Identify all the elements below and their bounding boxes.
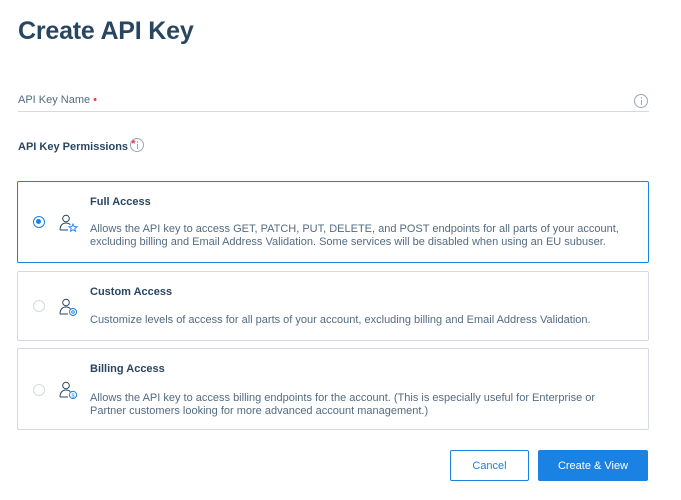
full-access-option[interactable]: Full Access Allows the API key to access… xyxy=(17,181,649,263)
custom-access-description: Customize levels of access for all parts… xyxy=(90,314,591,326)
full-access-title: Full Access xyxy=(90,196,151,208)
full-access-description: Allows the API key to access GET, PATCH,… xyxy=(90,223,619,248)
api-key-name-label: API Key Name • xyxy=(18,94,97,106)
info-icon[interactable] xyxy=(634,94,648,108)
page-title: Create API Key xyxy=(18,17,194,45)
user-dollar-icon: $ xyxy=(59,381,78,399)
user-star-icon xyxy=(59,214,78,233)
svg-text:$: $ xyxy=(71,393,74,399)
full-access-radio[interactable] xyxy=(33,216,45,228)
required-marker: • xyxy=(93,94,97,106)
billing-access-title: Billing Access xyxy=(90,363,165,375)
custom-access-option[interactable]: Custom Access Customize levels of access… xyxy=(17,271,649,341)
custom-access-title: Custom Access xyxy=(90,286,173,298)
api-key-name-field[interactable]: API Key Name • xyxy=(18,92,649,112)
info-icon[interactable] xyxy=(130,138,144,152)
create-and-view-button[interactable]: Create & View xyxy=(538,450,648,481)
cancel-button[interactable]: Cancel xyxy=(450,450,529,481)
billing-access-description: Allows the API key to access billing end… xyxy=(90,392,596,417)
api-key-permissions-label: API Key Permissions * xyxy=(18,138,136,153)
billing-access-option[interactable]: $ Billing Access Allows the API key to a… xyxy=(17,348,649,430)
custom-access-radio[interactable] xyxy=(33,300,45,312)
user-gear-icon xyxy=(59,298,77,316)
billing-access-radio[interactable] xyxy=(33,384,45,396)
